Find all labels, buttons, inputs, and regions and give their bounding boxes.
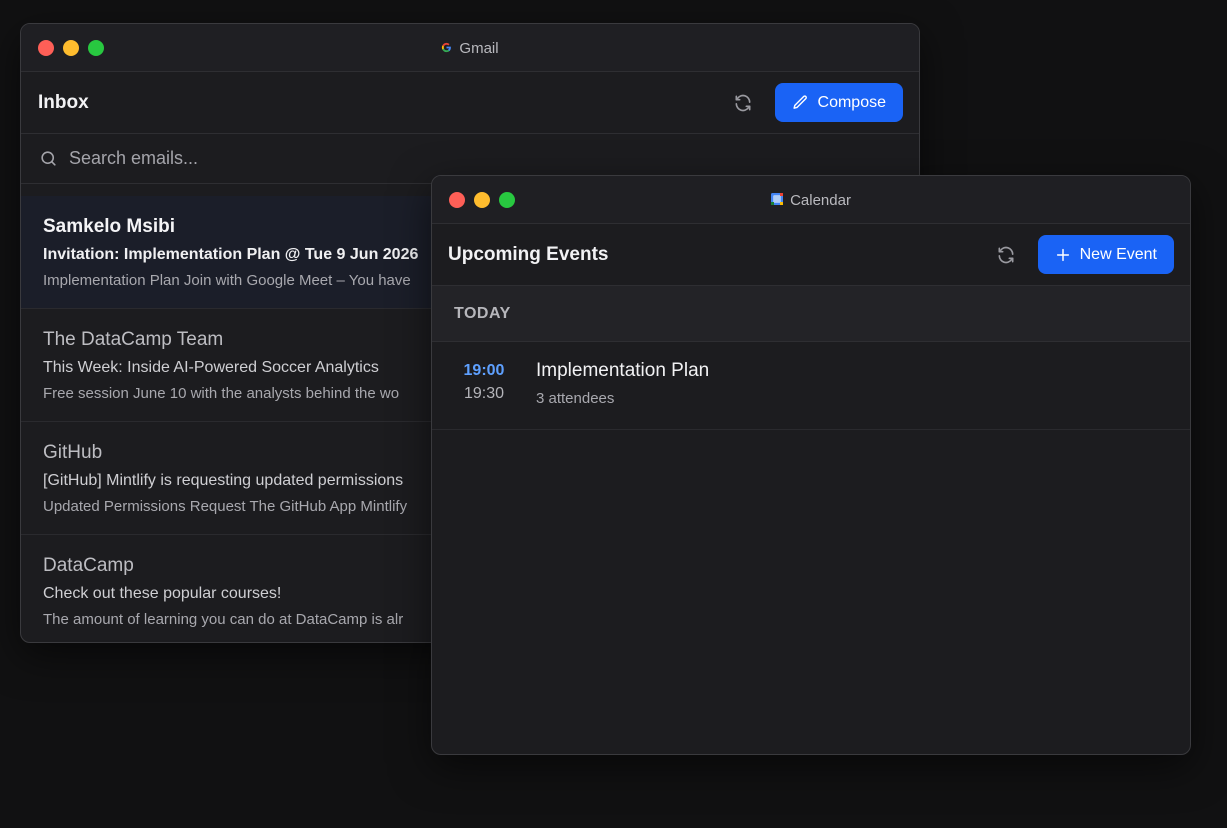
compose-button[interactable]: Compose [774,83,903,122]
window-title-text: Calendar [790,191,851,209]
close-window-button[interactable] [38,39,54,56]
event-start-time: 19:00 [463,362,505,379]
window-controls [21,39,104,56]
window-title: Gmail [21,24,919,72]
event-item[interactable]: 19:00 19:30 Implementation Plan 3 attend… [432,342,1190,430]
event-title: Implementation Plan [536,360,710,381]
new-event-label: New Event [1079,245,1157,263]
refresh-button[interactable] [729,89,757,117]
pencil-icon [792,95,807,109]
window-controls [432,191,515,208]
maximize-window-button[interactable] [499,191,515,208]
refresh-icon [735,94,751,111]
calendar-titlebar[interactable]: Calendar [432,176,1190,224]
refresh-button[interactable] [992,241,1020,269]
event-end-time: 19:30 [463,385,505,402]
google-calendar-icon [771,192,784,209]
search-input[interactable] [69,148,469,169]
page-title: Upcoming Events [448,243,609,265]
plus-icon [1056,248,1069,261]
window-title: Calendar [432,176,1190,224]
maximize-window-button[interactable] [88,39,104,56]
minimize-window-button[interactable] [63,39,79,56]
close-window-button[interactable] [449,191,465,208]
google-g-icon [441,40,452,57]
search-icon [41,151,56,166]
refresh-icon [998,246,1014,263]
calendar-toolbar: Upcoming Events New Event [432,224,1190,286]
calendar-window: Calendar Upcoming Events New Event TODAY… [431,175,1191,755]
gmail-toolbar: Inbox Compose [21,72,919,134]
gmail-titlebar[interactable]: Gmail [21,24,919,72]
window-title-text: Gmail [459,39,499,57]
section-header-today: TODAY [432,286,1190,342]
event-attendees: 3 attendees [536,390,615,407]
minimize-window-button[interactable] [474,191,490,208]
event-info: Implementation Plan 3 attendees [536,360,709,429]
new-event-button[interactable]: New Event [1037,235,1174,274]
event-times: 19:00 19:30 [432,360,536,429]
page-title: Inbox [38,91,89,113]
compose-label: Compose [817,93,886,111]
